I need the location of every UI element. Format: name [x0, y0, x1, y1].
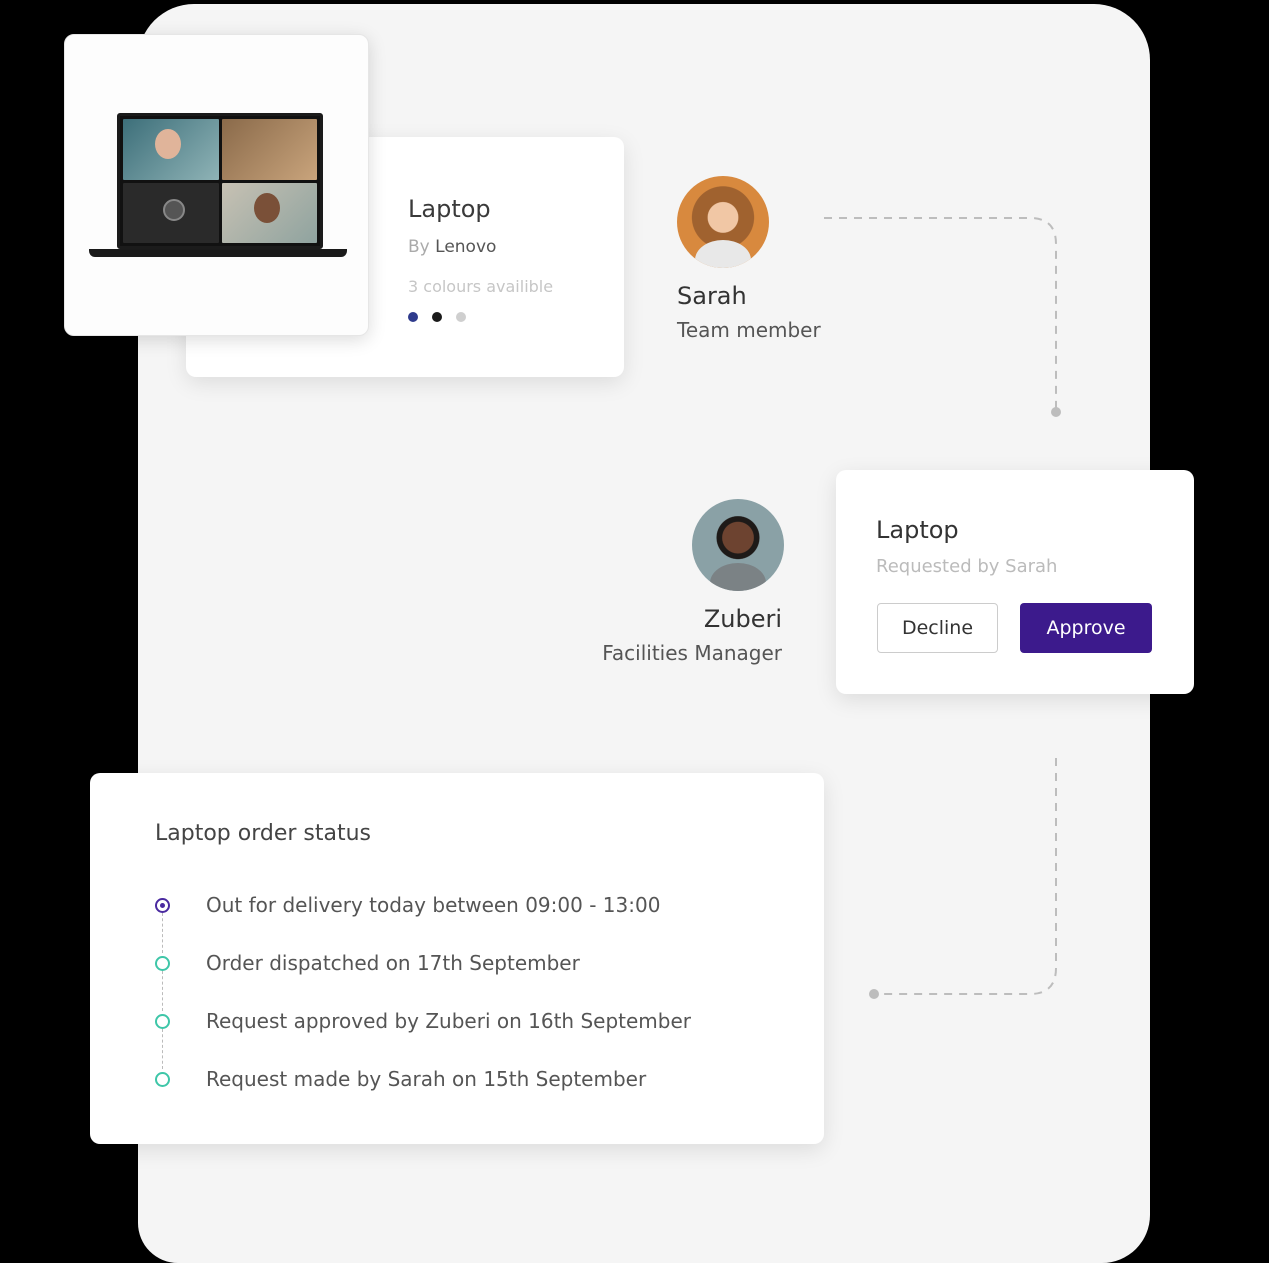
color-swatch[interactable]: [432, 312, 442, 322]
status-step-label: Out for delivery today between 09:00 - 1…: [206, 893, 661, 917]
avatar-icon: [163, 198, 185, 221]
product-title: Laptop: [408, 195, 491, 223]
timeline-connector: [162, 1029, 163, 1069]
timeline-connector: [162, 971, 163, 1011]
decline-button[interactable]: Decline: [877, 603, 998, 653]
product-image-card[interactable]: [64, 34, 369, 336]
product-colors-note: 3 colours availible: [408, 277, 554, 296]
approval-subtitle: Requested by Sarah: [876, 556, 1058, 577]
order-status-card: Laptop order status Out for delivery tod…: [90, 773, 824, 1144]
status-step-label: Request approved by Zuberi on 16th Septe…: [206, 1009, 691, 1033]
color-swatch[interactable]: [456, 312, 466, 322]
video-tile: [123, 119, 219, 180]
product-brand: Lenovo: [435, 237, 497, 257]
product-by-prefix: By: [408, 237, 430, 257]
status-step-label: Order dispatched on 17th September: [206, 951, 580, 975]
color-swatches: [408, 312, 466, 322]
connector-end-dot: [1051, 407, 1061, 417]
timeline-connector: [162, 913, 163, 953]
order-status-title: Laptop order status: [155, 821, 372, 846]
step-circle-icon: [155, 955, 170, 971]
step-circle-icon: [155, 1071, 170, 1087]
product-brand-line: By Lenovo: [408, 237, 496, 257]
video-tile: [221, 182, 317, 243]
connector-sarah-to-approval: [824, 217, 1057, 412]
status-step-label: Request made by Sarah on 15th September: [206, 1067, 647, 1091]
connector-start-dot: [869, 989, 879, 999]
video-tile: [123, 182, 219, 243]
status-step: Request made by Sarah on 15th September: [155, 1067, 646, 1091]
approval-card: Laptop Requested by Sarah Decline Approv…: [836, 470, 1194, 694]
color-swatch[interactable]: [408, 312, 418, 322]
video-tile: [221, 119, 317, 180]
person-face-icon: [253, 192, 280, 223]
status-step: Order dispatched on 17th September: [155, 951, 580, 975]
person-face-icon: [155, 129, 181, 159]
connector-approval-to-status: [874, 758, 1057, 995]
current-step-radio-icon: [155, 897, 170, 913]
step-circle-icon: [155, 1013, 170, 1029]
approval-title: Laptop: [876, 516, 959, 544]
approve-button[interactable]: Approve: [1020, 603, 1152, 653]
status-step: Out for delivery today between 09:00 - 1…: [155, 893, 660, 917]
status-step: Request approved by Zuberi on 16th Septe…: [155, 1009, 691, 1033]
laptop-image: [117, 113, 323, 249]
laptop-base: [89, 249, 347, 257]
